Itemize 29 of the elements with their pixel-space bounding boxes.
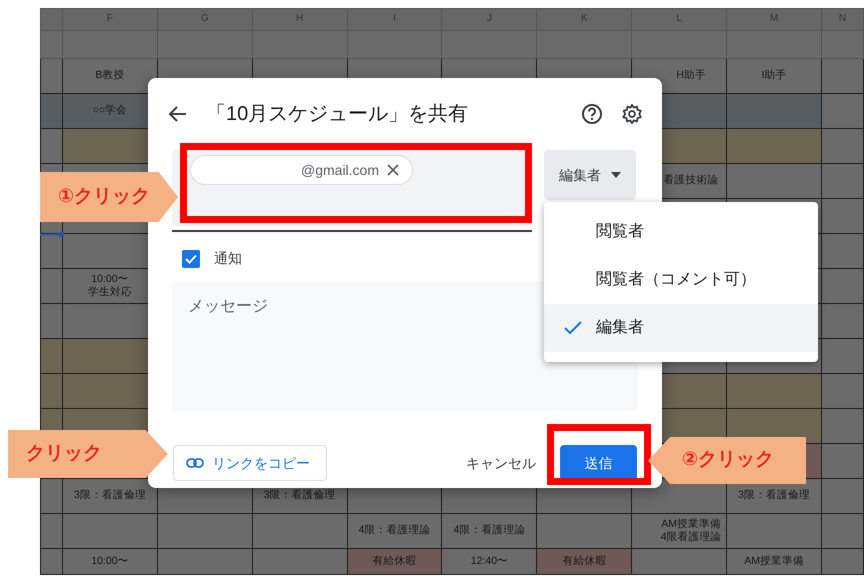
copy-link-button[interactable]: リンクをコピー (173, 445, 327, 481)
table-cell: 10:00〜 (62, 548, 158, 574)
role-dropdown[interactable]: 編集者 (544, 150, 636, 200)
menu-item[interactable]: 閲覧者 (544, 208, 818, 256)
notify-checkbox[interactable] (182, 250, 200, 268)
dialog-title: 「10月スケジュール」を共有 (206, 102, 468, 127)
cell-text: 学生対応 (86, 286, 133, 300)
selection-handle[interactable] (40, 232, 64, 237)
check-icon (564, 321, 582, 335)
help-icon[interactable] (580, 102, 604, 126)
caret-icon (611, 172, 621, 178)
table-cell: AM授業準備 (726, 548, 822, 574)
settings-icon[interactable] (620, 102, 644, 126)
table-cell: 有給休暇 (347, 548, 442, 574)
menu-item[interactable]: 編集者 (544, 304, 818, 352)
send-button[interactable]: 送信 (560, 445, 637, 481)
link-icon (186, 458, 204, 468)
recipient-chip[interactable]: @gmail.com (190, 155, 413, 185)
cancel-button[interactable]: キャンセル (458, 445, 544, 481)
table-cell: 12:40〜 (442, 548, 537, 574)
chip-email: @gmail.com (301, 160, 380, 180)
cell-text: 10:00〜 (90, 272, 130, 286)
cell-text: AM授業準備 (660, 518, 722, 531)
table-cell: 有給休暇 (536, 548, 632, 574)
table-cell: 4限：看護理論 (442, 514, 537, 548)
close-icon[interactable] (387, 164, 400, 176)
menu-item[interactable]: 閲覧者（コメント可） (544, 256, 818, 304)
notify-label: 通知 (214, 249, 242, 268)
cell-text: 4限看護理論 (660, 531, 723, 544)
